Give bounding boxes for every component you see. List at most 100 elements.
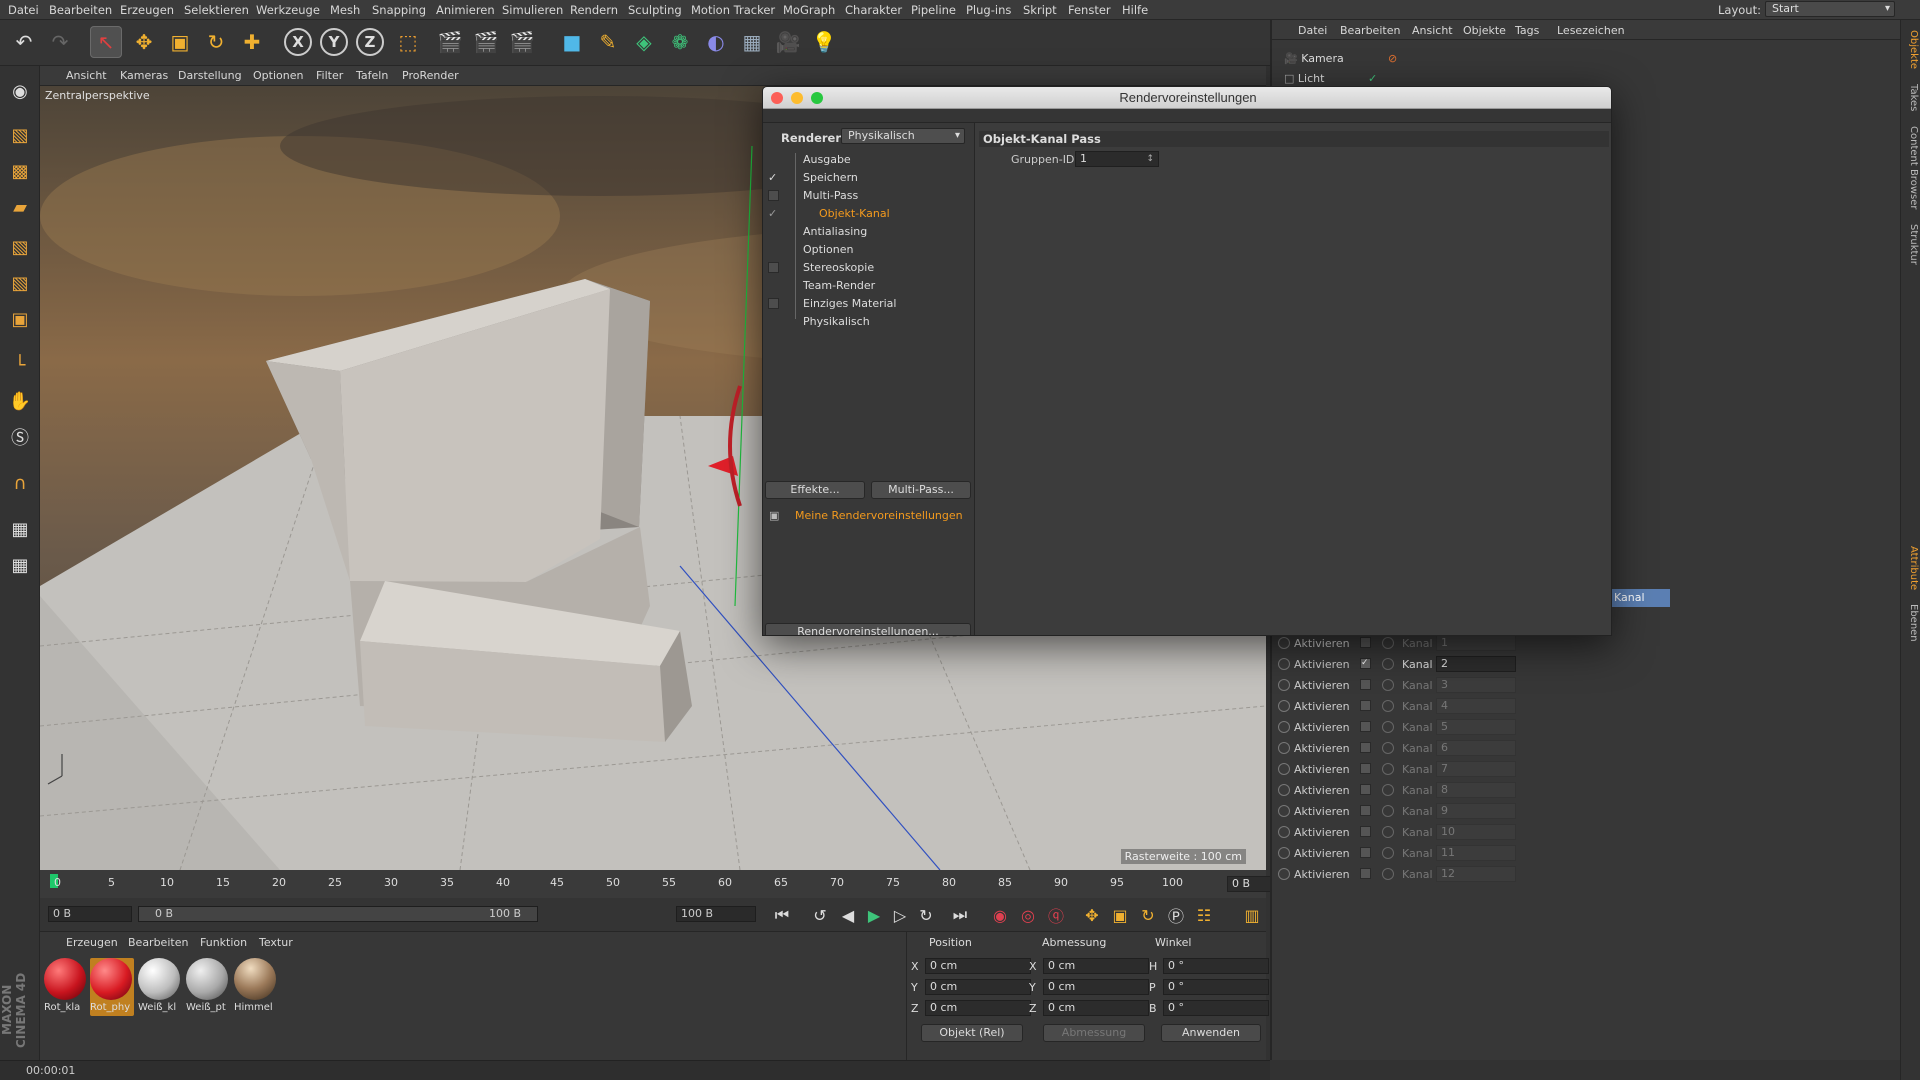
move-tool-icon[interactable]: ✥ [128, 26, 160, 58]
step-back-icon[interactable]: ◀ [836, 903, 860, 927]
menu-snapping[interactable]: Snapping [372, 3, 426, 17]
channel-row[interactable]: Aktivieren Kanal 8 [1278, 782, 1548, 800]
model-mode-icon[interactable]: ▧ [5, 120, 35, 150]
polygons-mode-icon[interactable]: ▣ [5, 304, 35, 334]
close-window-button[interactable] [771, 92, 783, 104]
animate-radio[interactable] [1382, 658, 1394, 670]
render-settings-button[interactable]: Rendervoreinstellungen... [765, 623, 971, 635]
animate-radio[interactable] [1278, 658, 1290, 670]
scale-tool-icon[interactable]: ▣ [164, 26, 196, 58]
material-menu-textur[interactable]: Textur [259, 936, 293, 949]
camera-icon[interactable]: 🎥 [772, 26, 804, 58]
menu-animieren[interactable]: Animieren [436, 3, 495, 17]
render-view-icon[interactable]: 🎬 [434, 26, 466, 58]
channel-field[interactable]: 5 [1436, 719, 1516, 735]
start-frame-field[interactable]: 0 B [48, 906, 132, 922]
channel-field[interactable]: 7 [1436, 761, 1516, 777]
channel-row[interactable]: Aktivieren Kanal 1 [1278, 635, 1548, 653]
animate-radio[interactable] [1382, 868, 1394, 880]
animate-radio[interactable] [1382, 826, 1394, 838]
menu-mesh[interactable]: Mesh [330, 3, 360, 17]
animate-radio[interactable] [1382, 679, 1394, 691]
axis-y-lock[interactable]: Y [320, 28, 348, 56]
channel-row[interactable]: Aktivieren Kanal 12 [1278, 866, 1548, 884]
channel-field[interactable]: 6 [1436, 740, 1516, 756]
position-y-field[interactable]: 0 cm [925, 979, 1031, 995]
rotate-tool-icon[interactable]: ↻ [200, 26, 232, 58]
animate-radio[interactable] [1382, 637, 1394, 649]
activate-checkbox[interactable] [1360, 805, 1371, 816]
animate-radio[interactable] [1382, 721, 1394, 733]
menu-simulieren[interactable]: Simulieren [502, 3, 563, 17]
render-preset-item[interactable]: Meine Rendervoreinstellungen [795, 509, 963, 522]
animate-radio[interactable] [1382, 784, 1394, 796]
animate-radio[interactable] [1278, 784, 1290, 796]
tree-check[interactable] [768, 154, 779, 165]
tree-item-stereoskopie[interactable]: Stereoskopie [803, 261, 874, 274]
material-menu-bearbeiten[interactable]: Bearbeiten [128, 936, 188, 949]
previous-key-icon[interactable]: ↺ [808, 903, 832, 927]
tab-attribute[interactable]: Attribute [1903, 546, 1919, 590]
menu-motion-tracker[interactable]: Motion Tracker [691, 3, 775, 17]
animate-radio[interactable] [1278, 847, 1290, 859]
channel-field[interactable]: 9 [1436, 803, 1516, 819]
key-scale-icon[interactable]: ▣ [1108, 903, 1132, 927]
axis-x-lock[interactable]: X [284, 28, 312, 56]
menu-skript[interactable]: Skript [1023, 3, 1057, 17]
tree-checkbox[interactable] [768, 298, 779, 309]
tree-item-speichern[interactable]: Speichern [803, 171, 858, 184]
go-to-end-icon[interactable]: ⏭ [948, 903, 972, 927]
position-x-field[interactable]: 0 cm [925, 958, 1031, 974]
animate-radio[interactable] [1278, 679, 1290, 691]
activate-checkbox[interactable]: ✓ [1360, 658, 1371, 669]
object-menu-tags[interactable]: Tags [1515, 24, 1539, 37]
activate-checkbox[interactable] [1360, 868, 1371, 879]
next-key-icon[interactable]: ↻ [914, 903, 938, 927]
viewport-menu-optionen[interactable]: Optionen [253, 69, 303, 82]
live-select-icon[interactable]: ✚ [236, 26, 268, 58]
size-mode-select[interactable]: Abmessung [1043, 1024, 1145, 1042]
channel-field[interactable]: 4 [1436, 698, 1516, 714]
activate-checkbox[interactable] [1360, 742, 1371, 753]
workplane-icon[interactable]: ▰ [5, 192, 35, 222]
channel-row[interactable]: Aktivieren Kanal 10 [1278, 824, 1548, 842]
object-menu-bearbeiten[interactable]: Bearbeiten [1340, 24, 1400, 37]
tab-content-browser[interactable]: Content Browser [1903, 126, 1919, 209]
animate-radio[interactable] [1278, 700, 1290, 712]
viewport-menu-filter[interactable]: Filter [316, 69, 343, 82]
tree-item-multi-pass[interactable]: Multi-Pass [803, 189, 858, 202]
channel-field[interactable]: 10 [1436, 824, 1516, 840]
menu-werkzeuge[interactable]: Werkzeuge [256, 3, 320, 17]
render-settings-icon[interactable]: 🎬 [506, 26, 538, 58]
channel-row[interactable]: Aktivieren Kanal 11 [1278, 845, 1548, 863]
preview-range-slider[interactable]: 0 B 100 B [138, 906, 538, 922]
tree-checkbox[interactable] [768, 262, 779, 273]
keyframe-selection-icon[interactable]: ⓠ [1044, 903, 1068, 927]
channel-field[interactable]: 11 [1436, 845, 1516, 861]
tab-struktur[interactable]: Struktur [1903, 224, 1919, 265]
viewport-menu-darstellung[interactable]: Darstellung [178, 69, 242, 82]
rotation-h-field[interactable]: 0 ° [1163, 958, 1269, 974]
position-z-field[interactable]: 0 cm [925, 1000, 1031, 1016]
step-forward-icon[interactable]: ▷ [888, 903, 912, 927]
cube-icon[interactable]: ■ [556, 26, 588, 58]
axis-mode-icon[interactable]: └ [5, 350, 35, 380]
array-icon[interactable]: ❁ [664, 26, 696, 58]
tree-item-team-render[interactable]: Team-Render [803, 279, 875, 292]
size-y-field[interactable]: 0 cm [1043, 979, 1149, 995]
pen-icon[interactable]: ✎ [592, 26, 624, 58]
animate-radio[interactable] [1278, 742, 1290, 754]
channel-row[interactable]: Aktivieren Kanal 3 [1278, 677, 1548, 695]
key-pla-icon[interactable]: ☷ [1192, 903, 1216, 927]
attribute-tab-kanal[interactable]: Kanal [1602, 589, 1670, 607]
zoom-window-button[interactable] [811, 92, 823, 104]
end-frame-field[interactable]: 100 B [676, 906, 756, 922]
activate-checkbox[interactable] [1360, 679, 1371, 690]
points-mode-icon[interactable]: ▧ [5, 232, 35, 262]
viewport-menu-ansicht[interactable]: Ansicht [66, 69, 107, 82]
planar-workplane-icon[interactable]: ▦ [5, 550, 35, 580]
animate-radio[interactable] [1382, 763, 1394, 775]
tree-item-physikalisch[interactable]: Physikalisch [803, 315, 870, 328]
material-swatch[interactable]: Weiß_kl [138, 958, 182, 1016]
tree-item-antialiasing[interactable]: Antialiasing [803, 225, 867, 238]
